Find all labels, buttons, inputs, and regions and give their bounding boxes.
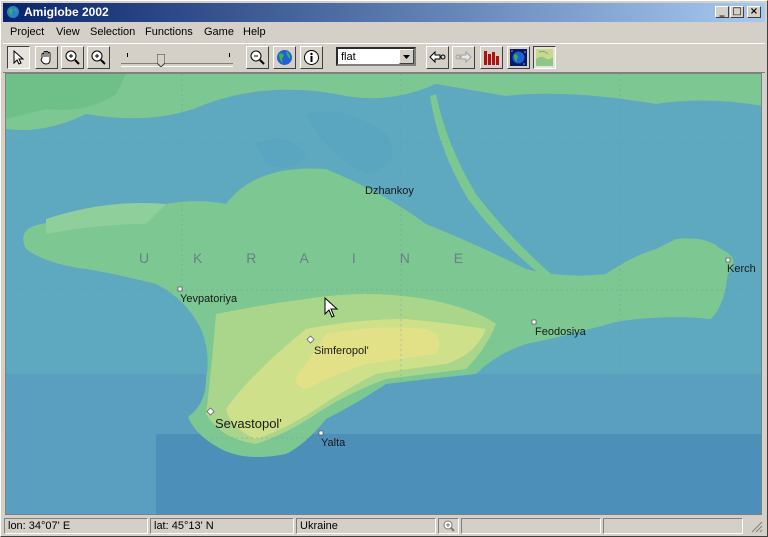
status-zoom-indicator (438, 518, 459, 534)
menu-view[interactable]: View (56, 26, 80, 38)
city-marker-feodosiya (531, 319, 537, 325)
relief-view-button[interactable] (533, 46, 556, 69)
select-arrow-icon (13, 49, 25, 65)
city-marker-yevpatoriya (177, 286, 183, 292)
menu-bar: Project View Selection Functions Game He… (3, 23, 765, 42)
back-arrow-icon (429, 50, 446, 64)
zoom-magnify-icon (91, 50, 106, 65)
city-label-feodosiya: Feodosiya (535, 326, 587, 338)
map-view[interactable]: U K R A I N E Dzhankoy Kerch Yevpatoriya… (5, 73, 762, 515)
resize-grip-icon[interactable] (751, 521, 763, 533)
globe-icon (277, 50, 292, 65)
city-label-dzhankoy: Dzhankoy (365, 185, 414, 197)
relief-map-icon (536, 49, 553, 66)
city-label-sevastopol: Sevastopol' (215, 416, 282, 431)
close-button[interactable]: × (747, 6, 761, 18)
zoom-slider[interactable] (121, 48, 235, 70)
city-label-yevpatoriya: Yevpatoriya (180, 293, 238, 305)
menu-project[interactable]: Project (10, 26, 44, 38)
night-globe-icon (510, 49, 527, 66)
zoom-in-plus-icon (65, 50, 80, 65)
menu-game[interactable]: Game (204, 26, 234, 38)
city-label-simferopol: Simferopol' (314, 345, 369, 357)
city-label-kerch: Kerch (727, 263, 756, 275)
slider-track (121, 63, 233, 67)
projection-select-value: flat (341, 51, 356, 63)
menu-selection[interactable]: Selection (90, 26, 135, 38)
globe-view-button[interactable] (273, 46, 296, 69)
menu-functions[interactable]: Functions (145, 26, 193, 38)
back-button[interactable] (426, 46, 449, 69)
zoom-out-icon (250, 50, 265, 65)
maximize-button[interactable]: □ (730, 6, 744, 18)
slider-tick (127, 53, 128, 57)
city-marker-yalta (318, 430, 324, 436)
status-bar: lon: 34°07' E lat: 45°13' N Ukraine (3, 517, 765, 536)
select-tool-button[interactable] (7, 46, 30, 69)
pan-tool-button[interactable] (35, 46, 58, 69)
window-title: Amiglobe 2002 (24, 5, 109, 19)
forward-arrow-icon (455, 50, 472, 64)
status-field (603, 518, 743, 534)
status-country: Ukraine (296, 518, 436, 534)
city-label-yalta: Yalta (321, 437, 346, 449)
info-button[interactable] (300, 46, 323, 69)
status-latitude: lat: 45°13' N (150, 518, 294, 534)
slider-thumb-icon[interactable] (157, 54, 165, 67)
status-longitude: lon: 34°07' E (4, 518, 148, 534)
info-icon (304, 50, 319, 65)
map-canvas: U K R A I N E Dzhankoy Kerch Yevpatoriya… (6, 74, 761, 514)
region-label: U K R A I N E (139, 250, 483, 266)
zoom-area-button[interactable] (61, 46, 84, 69)
status-field (461, 518, 601, 534)
zoom-out-button[interactable] (246, 46, 269, 69)
night-view-button[interactable] (507, 46, 530, 69)
city-marker-kerch (725, 257, 731, 263)
projection-dropdown-button[interactable] (399, 49, 414, 64)
chevron-down-icon (403, 55, 410, 59)
app-window: Amiglobe 2002 _ □ × Project View Selecti… (0, 0, 768, 537)
menu-help[interactable]: Help (243, 26, 266, 38)
title-bar[interactable]: Amiglobe 2002 _ □ × (3, 3, 765, 22)
bar-chart-icon (484, 51, 499, 65)
minimize-button[interactable]: _ (715, 6, 729, 18)
pan-hand-icon (40, 51, 51, 65)
projection-select[interactable]: flat (336, 47, 416, 66)
slider-tick (229, 53, 230, 57)
statistics-button[interactable] (480, 46, 503, 69)
magnifier-icon (443, 520, 455, 532)
app-globe-icon (7, 6, 19, 18)
zoom-in-button[interactable] (87, 46, 110, 69)
forward-button[interactable] (452, 46, 475, 69)
